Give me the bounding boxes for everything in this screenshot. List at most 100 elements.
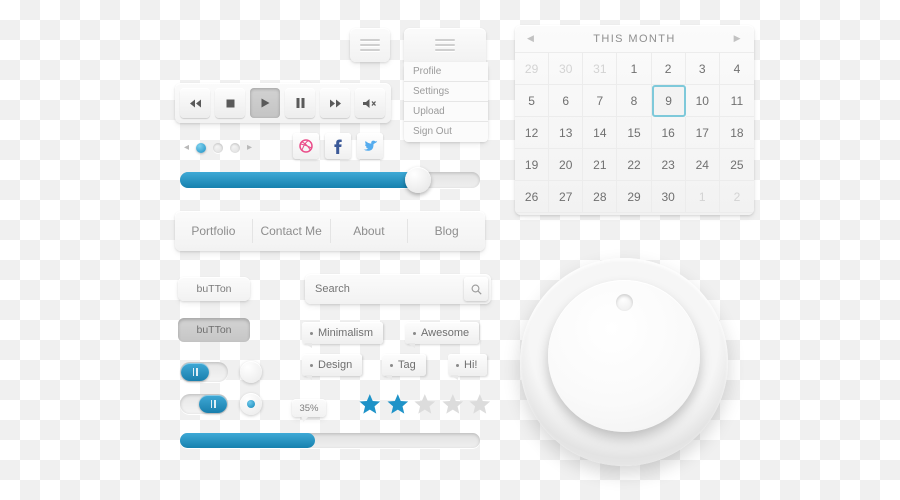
menu-item-settings[interactable]: Settings bbox=[404, 82, 488, 102]
calendar-day[interactable]: 19 bbox=[515, 149, 550, 181]
search-box bbox=[305, 274, 491, 304]
star-icon-empty[interactable] bbox=[468, 392, 492, 416]
calendar-day[interactable]: 1 bbox=[617, 53, 652, 85]
calendar-day[interactable]: 24 bbox=[685, 149, 720, 181]
calendar-day[interactable]: 18 bbox=[719, 117, 754, 149]
tag-bullet-icon bbox=[310, 331, 313, 335]
menu-item-upload[interactable]: Upload bbox=[404, 102, 488, 122]
tag-tag[interactable]: Tag bbox=[382, 354, 426, 376]
calendar-day[interactable]: 26 bbox=[515, 181, 550, 213]
calendar-day[interactable]: 13 bbox=[549, 117, 584, 149]
calendar-day[interactable]: 14 bbox=[583, 117, 618, 149]
calendar-day[interactable]: 10 bbox=[685, 85, 720, 117]
calendar-prev-icon[interactable]: ◀ bbox=[527, 33, 535, 44]
carousel-pager: ◂ ▸ bbox=[178, 136, 290, 160]
toggle-knob bbox=[181, 363, 209, 381]
radio-checked[interactable] bbox=[240, 393, 262, 415]
range-slider[interactable] bbox=[180, 167, 480, 193]
calendar-day[interactable]: 5 bbox=[515, 85, 550, 117]
calendar-day[interactable]: 28 bbox=[583, 181, 618, 213]
calendar-day-selected[interactable]: 9 bbox=[651, 85, 686, 117]
tag-minimalism[interactable]: Minimalism bbox=[302, 322, 383, 344]
progress-fill bbox=[180, 433, 315, 448]
tag-label: Minimalism bbox=[318, 327, 373, 339]
calendar-day[interactable]: 27 bbox=[549, 181, 584, 213]
tag-hi[interactable]: Hi! bbox=[448, 354, 488, 376]
calendar-day[interactable]: 15 bbox=[617, 117, 652, 149]
search-input[interactable] bbox=[308, 278, 464, 300]
calendar-day[interactable]: 12 bbox=[515, 117, 550, 149]
calendar-day[interactable]: 22 bbox=[617, 149, 652, 181]
fast-forward-button[interactable] bbox=[320, 88, 350, 118]
dribbble-icon[interactable] bbox=[293, 133, 319, 159]
calendar-widget: ◀ THIS MONTH ▶ 29 30 31 1 2 3 4 5 6 7 8 9 10 11 12 13 14… bbox=[515, 25, 754, 215]
button-normal[interactable]: buTTon bbox=[178, 277, 250, 301]
menu-icon bbox=[360, 39, 380, 51]
calendar-next-icon[interactable]: ▶ bbox=[734, 33, 742, 44]
star-icon-filled[interactable] bbox=[358, 392, 382, 416]
star-icon-empty[interactable] bbox=[441, 392, 465, 416]
calendar-day[interactable]: 7 bbox=[583, 85, 618, 117]
nav-item-blog[interactable]: Blog bbox=[408, 219, 485, 243]
carousel-dot-2[interactable] bbox=[213, 143, 224, 153]
knob-face[interactable] bbox=[548, 280, 700, 432]
toggle-switch-off[interactable] bbox=[180, 394, 228, 414]
calendar-day[interactable]: 29 bbox=[617, 181, 652, 213]
calendar-day[interactable]: 8 bbox=[617, 85, 652, 117]
rotary-knob[interactable] bbox=[520, 258, 728, 466]
play-button[interactable] bbox=[250, 88, 280, 118]
menu-item-profile[interactable]: Profile bbox=[404, 62, 488, 82]
calendar-day[interactable]: 2 bbox=[719, 181, 754, 213]
hamburger-menu-button[interactable] bbox=[350, 28, 390, 62]
carousel-dot-3[interactable] bbox=[230, 143, 241, 153]
calendar-day[interactable]: 16 bbox=[651, 117, 686, 149]
calendar-day[interactable]: 21 bbox=[583, 149, 618, 181]
percentage-tooltip: 35% bbox=[292, 399, 326, 417]
calendar-day[interactable]: 2 bbox=[651, 53, 686, 85]
twitter-icon[interactable] bbox=[357, 133, 383, 159]
carousel-prev-icon[interactable]: ◂ bbox=[184, 143, 189, 153]
search-button[interactable] bbox=[464, 277, 488, 301]
calendar-day[interactable]: 4 bbox=[719, 53, 754, 85]
tag-label: Design bbox=[318, 359, 353, 371]
tag-label: Hi! bbox=[464, 359, 478, 371]
calendar-day[interactable]: 31 bbox=[583, 53, 618, 85]
tag-design[interactable]: Design bbox=[302, 354, 363, 376]
star-icon-empty[interactable] bbox=[413, 392, 437, 416]
star-icon-filled[interactable] bbox=[386, 392, 410, 416]
nav-item-portfolio[interactable]: Portfolio bbox=[175, 219, 253, 243]
calendar-header: ◀ THIS MONTH ▶ bbox=[515, 25, 754, 53]
toggle-switch-on[interactable] bbox=[180, 362, 228, 382]
nav-item-about[interactable]: About bbox=[331, 219, 409, 243]
knob-indicator-dot bbox=[616, 294, 633, 311]
calendar-day[interactable]: 17 bbox=[685, 117, 720, 149]
menu-item-sign-out[interactable]: Sign Out bbox=[404, 122, 488, 142]
slider-handle[interactable] bbox=[405, 167, 431, 193]
carousel-dot-1[interactable] bbox=[196, 143, 207, 153]
calendar-day[interactable]: 11 bbox=[719, 85, 754, 117]
facebook-icon[interactable] bbox=[325, 133, 351, 159]
calendar-day[interactable]: 29 bbox=[515, 53, 550, 85]
nav-item-contact-me[interactable]: Contact Me bbox=[253, 219, 331, 243]
calendar-day[interactable]: 20 bbox=[549, 149, 584, 181]
stop-button[interactable] bbox=[215, 88, 245, 118]
hamburger-menu-open-button[interactable] bbox=[404, 28, 486, 62]
radio-unchecked[interactable] bbox=[240, 361, 262, 383]
calendar-day[interactable]: 1 bbox=[685, 181, 720, 213]
progress-bar bbox=[180, 433, 480, 448]
pause-button[interactable] bbox=[285, 88, 315, 118]
toggle-knob bbox=[199, 395, 227, 413]
dropdown-menu: Profile Settings Upload Sign Out bbox=[404, 62, 488, 142]
button-pressed[interactable]: buTTon bbox=[178, 318, 250, 342]
calendar-day[interactable]: 23 bbox=[651, 149, 686, 181]
calendar-day[interactable]: 3 bbox=[685, 53, 720, 85]
calendar-day[interactable]: 30 bbox=[651, 181, 686, 213]
mute-button[interactable] bbox=[355, 88, 385, 118]
calendar-day[interactable]: 30 bbox=[549, 53, 584, 85]
tag-awesome[interactable]: Awesome bbox=[405, 322, 480, 344]
slider-fill bbox=[180, 172, 414, 188]
rewind-button[interactable] bbox=[180, 88, 210, 118]
calendar-day[interactable]: 6 bbox=[549, 85, 584, 117]
calendar-day[interactable]: 25 bbox=[719, 149, 754, 181]
carousel-next-icon[interactable]: ▸ bbox=[247, 143, 252, 153]
